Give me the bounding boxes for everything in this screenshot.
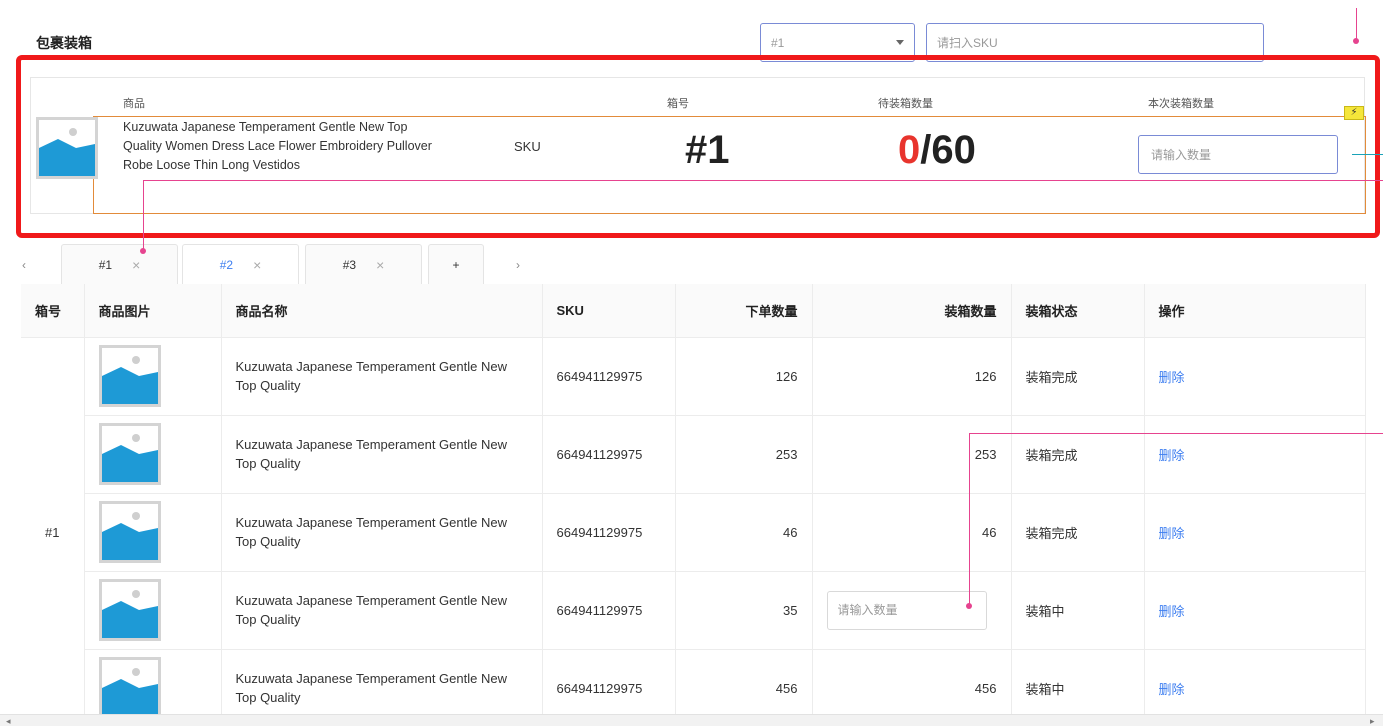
delete-link[interactable]: 删除 <box>1159 370 1185 385</box>
table-header-row: 箱号 商品图片 商品名称 SKU 下单数量 装箱数量 装箱状态 操作 <box>21 284 1366 338</box>
product-image-icon <box>98 579 161 641</box>
status-cell: 装箱完成 <box>1011 493 1145 572</box>
pending-quantity: 0/60 <box>898 128 976 173</box>
annotation-dot <box>1353 38 1359 44</box>
packed-qty-cell: 253 <box>812 415 1012 494</box>
box-select-value: #1 <box>771 35 785 50</box>
status-cell: 装箱完成 <box>1011 415 1145 494</box>
table-row: Kuzuwata Japanese Temperament Gentle New… <box>21 571 1366 650</box>
product-image-icon <box>98 423 161 485</box>
close-icon[interactable]: × <box>253 257 261 273</box>
annotation-line <box>969 433 970 605</box>
ordered-qty-cell: 46 <box>675 493 813 572</box>
header-box-no: 箱号 <box>667 98 689 110</box>
add-tab-button[interactable]: + <box>428 244 484 284</box>
annotation-line <box>1352 154 1383 155</box>
table-row: #1 Kuzuwata Japanese Temperament Gentle … <box>21 337 1366 726</box>
ordered-qty-cell: 253 <box>675 415 813 494</box>
page-title: 包裹装箱 <box>36 35 92 51</box>
scroll-right-icon[interactable]: ▸ <box>1370 715 1375 726</box>
delete-link[interactable]: 删除 <box>1159 526 1185 541</box>
sku-cell: 664941129975 <box>542 415 676 494</box>
plus-icon: + <box>452 257 460 272</box>
tab-next-icon[interactable]: › <box>516 258 520 272</box>
annotation-dot <box>140 248 146 254</box>
annotation-line <box>143 180 144 250</box>
tab-prev-icon[interactable]: ‹ <box>22 258 26 272</box>
image-cell <box>84 571 222 650</box>
status-cell: 装箱中 <box>1011 571 1145 650</box>
column-header: 商品名称 <box>221 284 543 338</box>
column-header: 商品图片 <box>84 284 222 338</box>
column-header: 装箱数量 <box>812 284 1012 338</box>
close-icon[interactable]: × <box>132 257 140 273</box>
flash-icon[interactable]: ⚡ <box>1344 106 1364 120</box>
ordered-qty-cell: 126 <box>675 337 813 416</box>
product-image-icon <box>98 657 161 719</box>
column-header: 操作 <box>1144 284 1366 338</box>
scan-sku-label: SKU <box>514 139 541 154</box>
packed-qty-cell: 46 <box>812 493 1012 572</box>
delete-link[interactable]: 删除 <box>1159 604 1185 619</box>
column-header: 箱号 <box>21 284 85 338</box>
table-row: Kuzuwata Japanese Temperament Gentle New… <box>21 493 1366 572</box>
scan-product-name: Kuzuwata Japanese Temperament Gentle New… <box>123 120 432 172</box>
scan-box-number: #1 <box>685 128 730 172</box>
box-tabs: ‹ #1 × #2 × #3 × + › <box>0 244 560 284</box>
action-cell: 删除 <box>1144 415 1366 494</box>
this-quantity-input[interactable] <box>1138 135 1338 174</box>
image-cell <box>84 493 222 572</box>
sku-cell: 664941129975 <box>542 571 676 650</box>
product-image-icon <box>36 117 98 179</box>
image-cell <box>84 415 222 494</box>
product-image-icon <box>98 501 161 563</box>
tab-box-3[interactable]: #3 × <box>305 244 422 284</box>
action-cell: 删除 <box>1144 493 1366 572</box>
header-product: 商品 <box>123 98 145 110</box>
chevron-down-icon <box>896 40 904 45</box>
header-pending-qty: 待装箱数量 <box>878 98 933 110</box>
table-row: Kuzuwata Japanese Temperament Gentle New… <box>21 415 1366 494</box>
close-icon[interactable]: × <box>376 257 384 273</box>
header-this-qty: 本次装箱数量 <box>1148 98 1214 110</box>
tab-label: #2 <box>219 257 234 272</box>
sku-cell: 664941129975 <box>542 337 676 416</box>
annotation-dot <box>966 603 972 609</box>
name-cell: Kuzuwata Japanese Temperament Gentle New… <box>221 337 543 416</box>
annotation-line <box>1356 8 1357 40</box>
column-header: 下单数量 <box>675 284 813 338</box>
tab-label: #1 <box>98 257 113 272</box>
scroll-left-icon[interactable]: ◂ <box>6 715 11 726</box>
ordered-qty-cell: 35 <box>675 571 813 650</box>
pending-total: /60 <box>920 128 976 172</box>
image-cell <box>84 337 222 416</box>
horizontal-scrollbar[interactable]: ◂ ▸ <box>0 714 1383 726</box>
packed-qty-input[interactable] <box>826 590 987 630</box>
name-cell: Kuzuwata Japanese Temperament Gentle New… <box>221 493 543 572</box>
annotation-line <box>143 180 1383 181</box>
page: 包裹装箱 #1 商品 箱号 待装箱数量 本次装箱数量 Kuzuwata Japa… <box>0 0 1383 726</box>
action-cell: 删除 <box>1144 571 1366 650</box>
tab-box-2[interactable]: #2 × <box>182 244 299 284</box>
product-image-icon <box>98 345 161 407</box>
packed-qty-cell: 126 <box>812 337 1012 416</box>
sku-cell: 664941129975 <box>542 493 676 572</box>
column-header: 装箱状态 <box>1011 284 1145 338</box>
packing-table: 箱号 商品图片 商品名称 SKU 下单数量 装箱数量 装箱状态 操作 #1 Ku… <box>21 284 1366 726</box>
action-cell: 删除 <box>1144 337 1366 416</box>
tab-label: #3 <box>342 257 357 272</box>
status-cell: 装箱完成 <box>1011 337 1145 416</box>
name-cell: Kuzuwata Japanese Temperament Gentle New… <box>221 571 543 650</box>
packed-qty-cell <box>812 571 1012 650</box>
annotation-line <box>969 433 1383 434</box>
name-cell: Kuzuwata Japanese Temperament Gentle New… <box>221 415 543 494</box>
delete-link[interactable]: 删除 <box>1159 682 1185 697</box>
delete-link[interactable]: 删除 <box>1159 448 1185 463</box>
pending-done: 0 <box>898 128 921 172</box>
tab-box-1[interactable]: #1 × <box>61 244 178 284</box>
box-number-cell: #1 <box>21 337 85 726</box>
column-header: SKU <box>542 284 676 338</box>
